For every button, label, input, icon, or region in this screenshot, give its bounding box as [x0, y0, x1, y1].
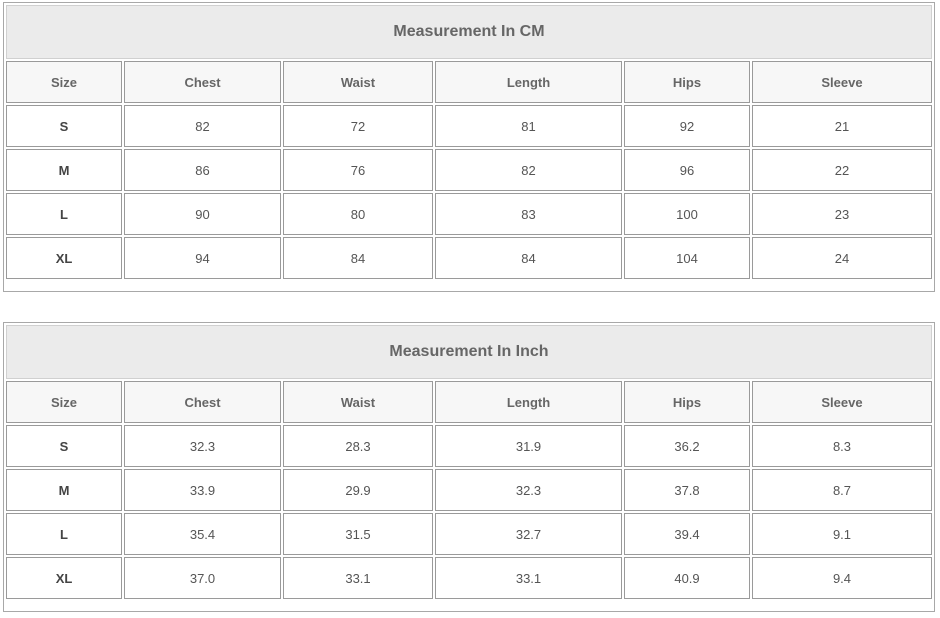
hips-cell: 36.2: [624, 425, 750, 467]
size-cell: S: [6, 105, 122, 147]
waist-cell: 72: [283, 105, 433, 147]
table-row: XL 37.0 33.1 33.1 40.9 9.4: [6, 557, 932, 599]
chest-cell: 32.3: [124, 425, 281, 467]
sleeve-cell: 24: [752, 237, 932, 279]
column-header-sleeve: Sleeve: [752, 61, 932, 103]
chest-cell: 90: [124, 193, 281, 235]
hips-cell: 39.4: [624, 513, 750, 555]
chest-cell: 35.4: [124, 513, 281, 555]
size-table-cm: Measurement In CM Size Chest Waist Lengt…: [4, 3, 934, 281]
waist-cell: 28.3: [283, 425, 433, 467]
length-cell: 81: [435, 105, 622, 147]
size-cell: M: [6, 149, 122, 191]
chest-cell: 37.0: [124, 557, 281, 599]
column-header-length: Length: [435, 381, 622, 423]
waist-cell: 76: [283, 149, 433, 191]
length-cell: 82: [435, 149, 622, 191]
column-header-waist: Waist: [283, 61, 433, 103]
chest-cell: 82: [124, 105, 281, 147]
column-header-chest: Chest: [124, 381, 281, 423]
length-cell: 32.7: [435, 513, 622, 555]
size-cell: M: [6, 469, 122, 511]
column-header-size: Size: [6, 61, 122, 103]
size-cell: XL: [6, 557, 122, 599]
hips-cell: 40.9: [624, 557, 750, 599]
column-header-size: Size: [6, 381, 122, 423]
column-header-hips: Hips: [624, 381, 750, 423]
sleeve-cell: 21: [752, 105, 932, 147]
size-chart-cm: Measurement In CM Size Chest Waist Lengt…: [3, 2, 935, 292]
table-row: L 35.4 31.5 32.7 39.4 9.1: [6, 513, 932, 555]
hips-cell: 100: [624, 193, 750, 235]
chest-cell: 94: [124, 237, 281, 279]
size-cell: S: [6, 425, 122, 467]
size-cell: XL: [6, 237, 122, 279]
table-title: Measurement In Inch: [6, 325, 932, 379]
waist-cell: 80: [283, 193, 433, 235]
length-cell: 83: [435, 193, 622, 235]
column-header-waist: Waist: [283, 381, 433, 423]
sleeve-cell: 8.7: [752, 469, 932, 511]
chest-cell: 86: [124, 149, 281, 191]
length-cell: 33.1: [435, 557, 622, 599]
hips-cell: 92: [624, 105, 750, 147]
sleeve-cell: 8.3: [752, 425, 932, 467]
table-row: XL 94 84 84 104 24: [6, 237, 932, 279]
column-header-hips: Hips: [624, 61, 750, 103]
length-cell: 32.3: [435, 469, 622, 511]
length-cell: 31.9: [435, 425, 622, 467]
table-row: M 86 76 82 96 22: [6, 149, 932, 191]
waist-cell: 84: [283, 237, 433, 279]
chest-cell: 33.9: [124, 469, 281, 511]
column-header-chest: Chest: [124, 61, 281, 103]
hips-cell: 96: [624, 149, 750, 191]
hips-cell: 37.8: [624, 469, 750, 511]
size-table-inch: Measurement In Inch Size Chest Waist Len…: [4, 323, 934, 601]
hips-cell: 104: [624, 237, 750, 279]
length-cell: 84: [435, 237, 622, 279]
column-header-sleeve: Sleeve: [752, 381, 932, 423]
size-cell: L: [6, 513, 122, 555]
column-header-length: Length: [435, 61, 622, 103]
waist-cell: 33.1: [283, 557, 433, 599]
sleeve-cell: 9.4: [752, 557, 932, 599]
sleeve-cell: 23: [752, 193, 932, 235]
sleeve-cell: 9.1: [752, 513, 932, 555]
table-title: Measurement In CM: [6, 5, 932, 59]
table-row: M 33.9 29.9 32.3 37.8 8.7: [6, 469, 932, 511]
table-row: L 90 80 83 100 23: [6, 193, 932, 235]
size-cell: L: [6, 193, 122, 235]
table-row: S 32.3 28.3 31.9 36.2 8.3: [6, 425, 932, 467]
waist-cell: 29.9: [283, 469, 433, 511]
waist-cell: 31.5: [283, 513, 433, 555]
size-chart-inch: Measurement In Inch Size Chest Waist Len…: [3, 322, 935, 612]
sleeve-cell: 22: [752, 149, 932, 191]
table-row: S 82 72 81 92 21: [6, 105, 932, 147]
